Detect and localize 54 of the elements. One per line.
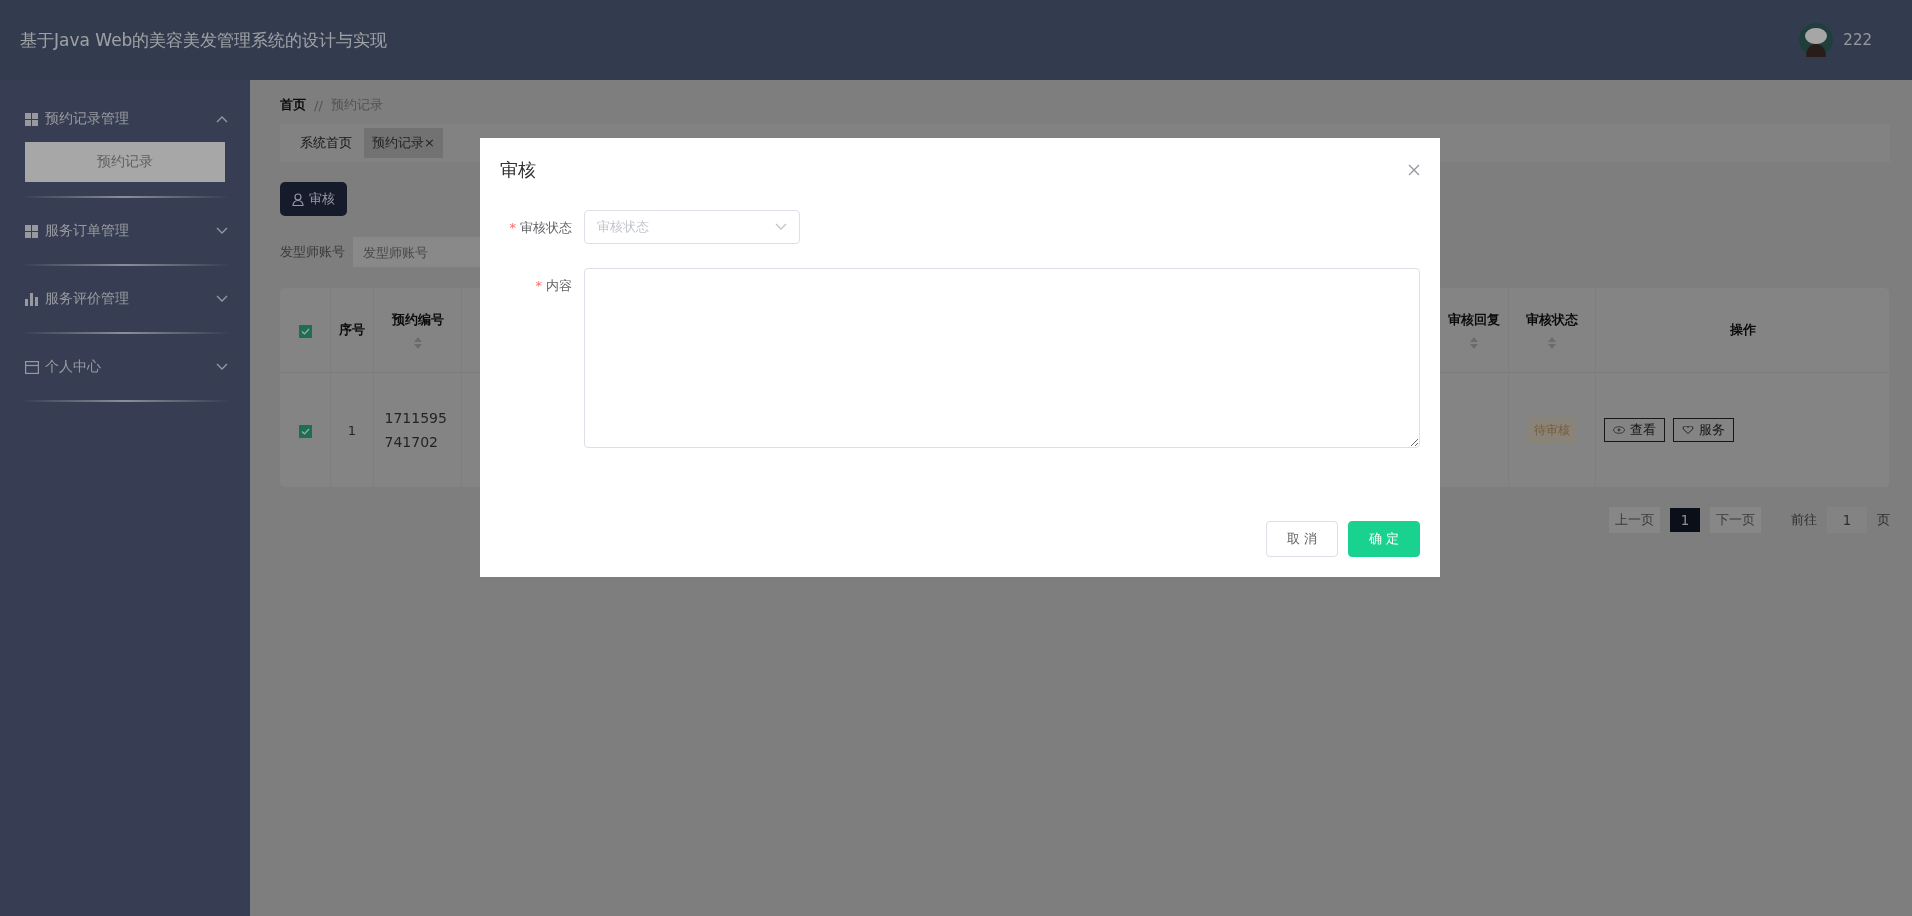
table-cell: 1 <box>347 422 357 438</box>
check-icon <box>300 327 310 335</box>
menu-item[interactable]: 预约记录管理 <box>0 100 250 138</box>
chevron-down-icon <box>216 227 228 235</box>
check-icon <box>300 427 310 435</box>
menu-item[interactable]: 服务订单管理 <box>0 212 250 250</box>
page-button[interactable]: 1 <box>1670 508 1700 532</box>
checkbox[interactable] <box>298 424 312 438</box>
close-icon[interactable] <box>1408 164 1420 176</box>
chevron-down-icon <box>216 295 228 303</box>
column-header: 序号 <box>339 322 365 337</box>
breadcrumb-link[interactable]: 首页 <box>280 96 306 114</box>
avatar-icon <box>1799 23 1834 57</box>
audit-button[interactable]: 审核 <box>280 182 347 216</box>
confirm-button[interactable]: 确 定 <box>1347 521 1420 557</box>
card-icon <box>25 360 39 374</box>
tab[interactable]: 预约记录× <box>364 128 443 158</box>
field-label: * 内容 <box>534 277 572 295</box>
chevron-up-icon <box>216 115 228 123</box>
action-button[interactable]: 查看 <box>1604 418 1665 442</box>
sort-icon <box>1548 337 1556 349</box>
goto-label: 前往 <box>1791 511 1817 529</box>
checkbox[interactable] <box>298 324 312 338</box>
column-header: 预约编号 <box>391 312 444 327</box>
page-suffix: 页 <box>1877 511 1890 529</box>
tab[interactable]: 系统首页 <box>292 128 360 158</box>
chevron-down-icon <box>775 223 787 231</box>
bar-chart-icon <box>25 292 39 306</box>
table-cell-text: 1711595741702 <box>384 409 448 452</box>
breadcrumb-separator: // <box>314 97 323 113</box>
grid-icon <box>25 224 39 238</box>
menu-item[interactable]: 服务评价管理 <box>0 280 250 318</box>
action-button[interactable]: 服务 <box>1673 418 1734 442</box>
submenu-item[interactable]: 预约记录 <box>25 142 225 182</box>
search-label: 发型师账号 <box>280 243 345 261</box>
heart-icon <box>1682 425 1694 435</box>
username: 222 <box>1843 31 1872 49</box>
close-mark[interactable]: × <box>424 135 435 150</box>
dialog-title: 审核 <box>500 158 536 182</box>
sort-icon <box>1470 337 1478 349</box>
eye-icon <box>1613 425 1625 435</box>
app-title: 基于Java Web的美容美发管理系统的设计与实现 <box>20 28 388 52</box>
field-label: * 审核状态 <box>508 219 572 237</box>
sort-icon <box>413 337 422 349</box>
column-header: 审核回复 <box>1448 312 1500 327</box>
user-icon <box>292 192 304 206</box>
menu-item[interactable]: 个人中心 <box>0 348 250 386</box>
column-header: 审核状态 <box>1526 312 1578 327</box>
grid-icon <box>25 112 39 126</box>
column-header: 操作 <box>1729 322 1756 337</box>
chevron-down-icon <box>216 363 228 371</box>
page-input[interactable]: 1 <box>1827 507 1867 533</box>
cancel-button[interactable]: 取 消 <box>1265 521 1338 557</box>
content-field[interactable] <box>584 268 1420 448</box>
